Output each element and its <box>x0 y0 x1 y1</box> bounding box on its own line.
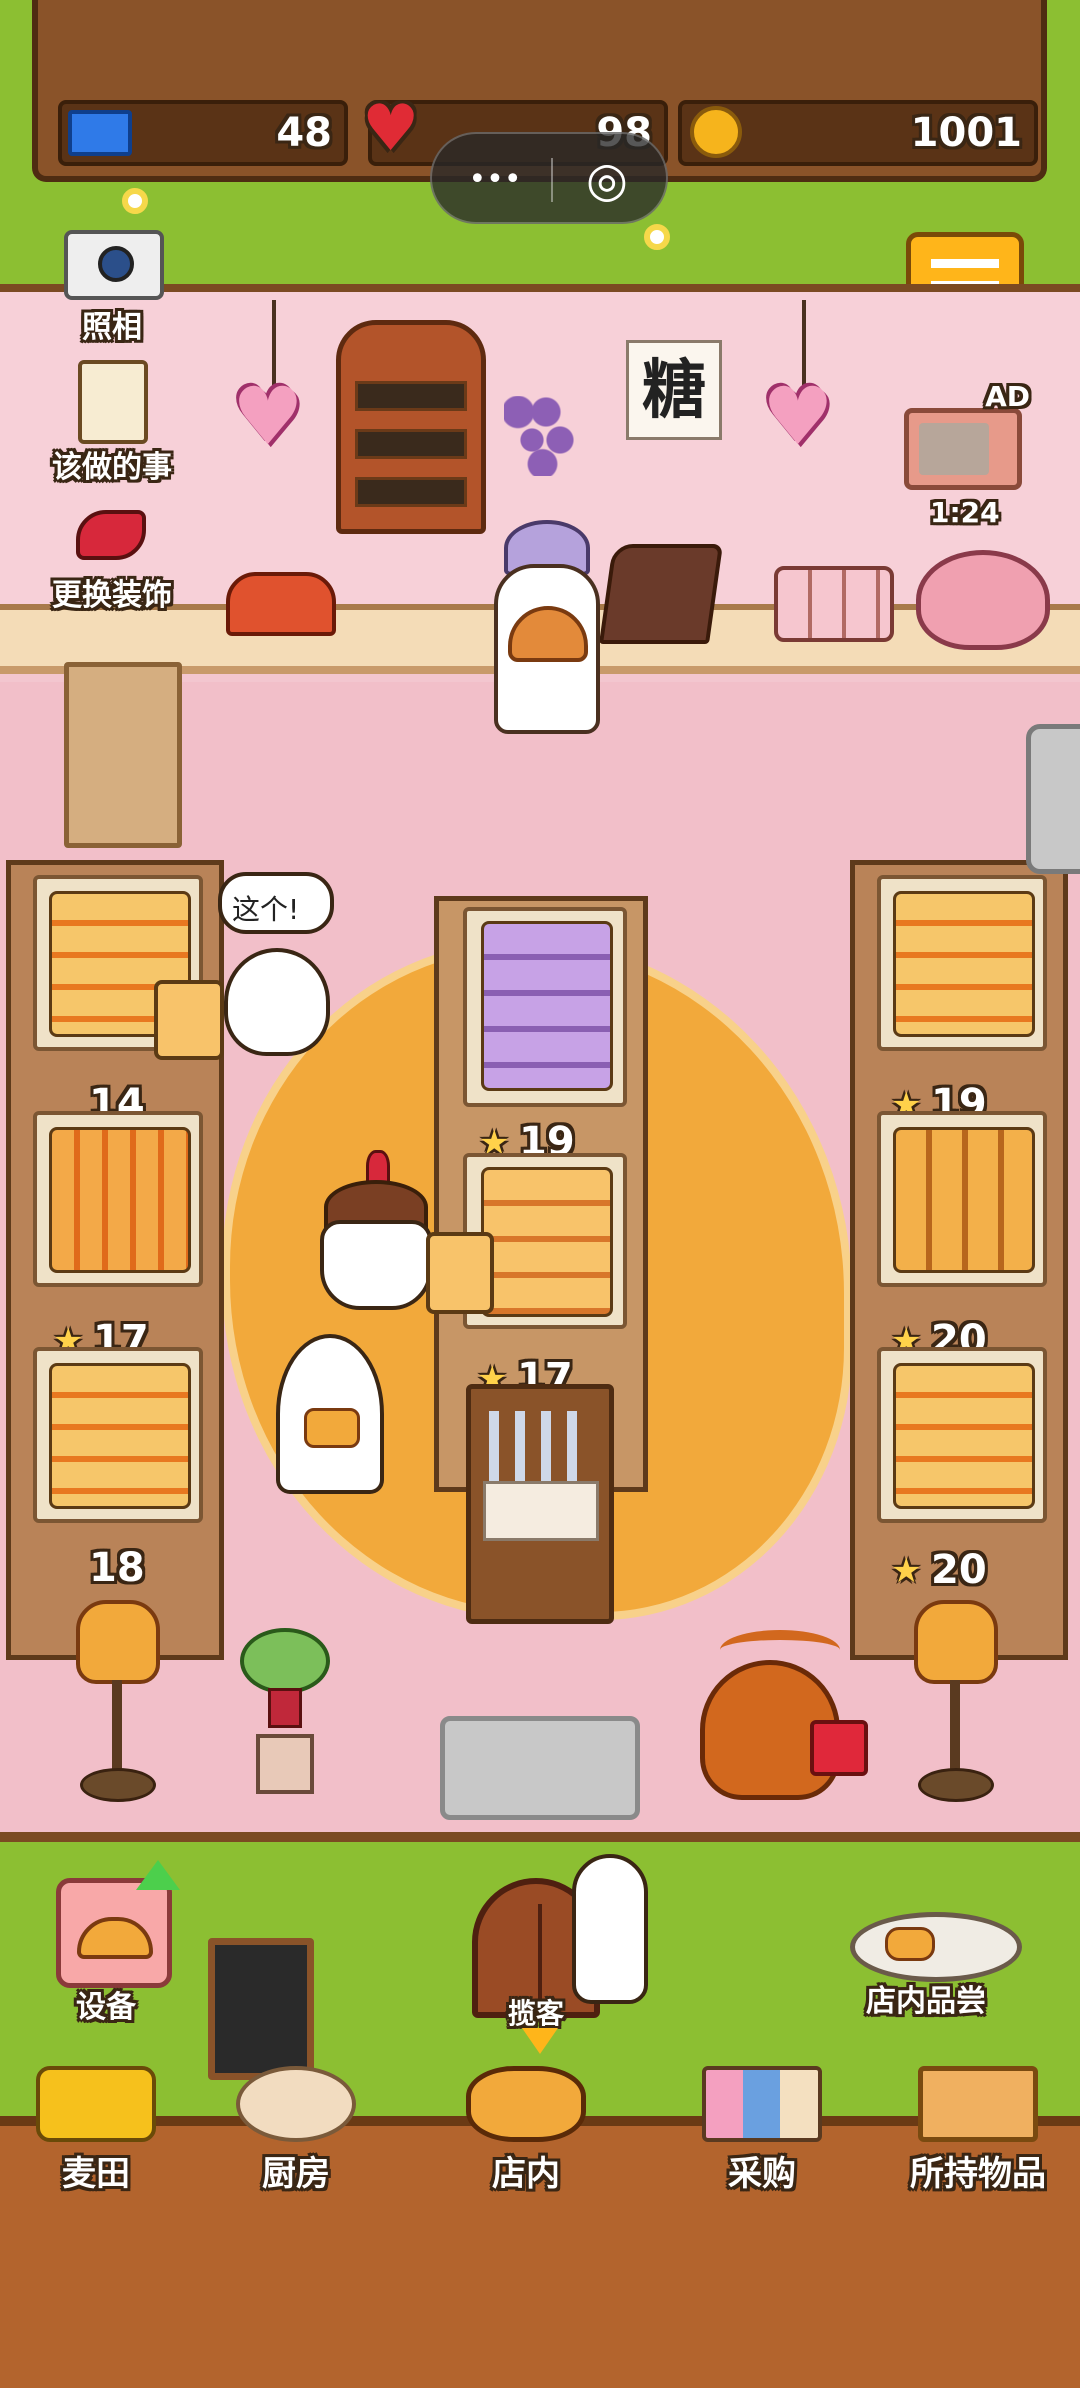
bread-roll-item <box>481 1167 613 1317</box>
pastry-item <box>481 921 613 1091</box>
cash-register <box>598 544 724 644</box>
capsule-divider <box>551 158 553 202</box>
nav-item-label: 采购 <box>728 2154 796 2194</box>
shelf-tray[interactable] <box>877 1347 1047 1523</box>
bread-item <box>893 891 1035 1037</box>
heart-icon: ♥ <box>362 92 420 166</box>
star-icon: ★ <box>891 1551 922 1591</box>
shelf-tray[interactable] <box>877 1111 1047 1287</box>
fork-icons <box>489 1411 593 1491</box>
game-screen: 48 ♥ 98 1001 ••• ◎ 照相 该做的 <box>0 0 1080 2388</box>
jars-decoration <box>774 566 894 642</box>
purchase-icon <box>702 2066 822 2142</box>
speech-bubble: 这个! <box>218 872 334 934</box>
held-bread-item <box>154 980 224 1060</box>
in-store-tasting-button[interactable]: 店内品尝 <box>836 1880 1036 2028</box>
equipment-label: 设备 <box>76 1990 136 2025</box>
bread-item <box>893 1127 1035 1273</box>
kitchen-icon <box>236 2066 356 2142</box>
nav-item-label: 厨房 <box>262 2154 330 2194</box>
shelf-tray[interactable] <box>33 1347 203 1523</box>
held-bread-item <box>426 1232 494 1314</box>
coin-count: 1001 <box>910 110 1022 156</box>
invite-label: 揽客 <box>508 1997 565 2030</box>
miniprogram-capsule: ••• ◎ <box>430 132 668 224</box>
tv-icon <box>904 408 1022 490</box>
camera-label: 照相 <box>82 310 142 345</box>
tv-ad-button[interactable]: AD 1:24 <box>900 380 1030 530</box>
shelf-count-left-bottom: 18 <box>89 1545 145 1591</box>
wall-cabinet <box>336 320 486 534</box>
cutlery-stand[interactable] <box>466 1384 614 1624</box>
wheat-field-icon <box>36 2066 156 2142</box>
ad-timer: 1:24 <box>930 496 1000 529</box>
shelf-tray[interactable] <box>463 907 627 1107</box>
nav-item-label: 麦田 <box>62 2154 130 2194</box>
grapes-decoration <box>504 396 574 476</box>
shelf-tray[interactable] <box>877 875 1047 1051</box>
sugar-sign: 糖 <box>626 340 722 440</box>
bunny-lamp <box>914 1600 998 1810</box>
invite-customers-button[interactable]: 揽客 <box>462 1854 648 2044</box>
speech-bubble-text: 这个! <box>232 893 300 926</box>
equipment-icon <box>56 1878 172 1988</box>
menu-chalkboard[interactable] <box>208 1938 314 2080</box>
ticket-counter: 48 <box>58 100 348 166</box>
bread-basket-icon <box>466 2066 586 2142</box>
ticket-count: 48 <box>276 110 332 156</box>
sugar-sign-text: 糖 <box>642 354 706 428</box>
nav-item-2[interactable]: 店内 <box>426 2066 626 2195</box>
coin-icon <box>690 106 742 158</box>
paint-brush-icon <box>76 510 146 560</box>
deer-mascot-decoration <box>700 1630 868 1800</box>
ghost-character-icon <box>572 1854 648 2004</box>
flower-decoration <box>122 188 148 214</box>
side-door <box>1026 724 1080 874</box>
nav-item-0[interactable]: 麦田 <box>0 2066 196 2195</box>
down-arrow-indicator <box>522 2028 558 2054</box>
box-icon <box>918 2066 1038 2142</box>
todo-label: 该做的事 <box>52 450 172 485</box>
shop-clerk-character <box>494 520 600 746</box>
nav-item-label: 店内 <box>492 2154 560 2194</box>
customer-character <box>320 1150 432 1310</box>
right-display-shelf: ★ 19 ★ 20 ★ 20 <box>850 860 1068 1660</box>
nav-item-4[interactable]: 所持物品 <box>878 2066 1078 2195</box>
nav-item-label: 所持物品 <box>910 2154 1046 2194</box>
door-mat <box>440 1716 640 1820</box>
nav-item-1[interactable]: 厨房 <box>196 2066 396 2195</box>
tasting-plate-icon <box>850 1912 1022 1982</box>
coin-counter: 1001 <box>678 100 1038 166</box>
telephone-decoration <box>226 572 336 636</box>
change-decor-button[interactable]: 更换装饰 <box>12 504 212 624</box>
shelf-count-right-bottom: 20 <box>931 1547 987 1593</box>
more-options-button[interactable]: ••• <box>450 152 540 208</box>
potted-plant <box>240 1628 330 1798</box>
todo-button[interactable]: 该做的事 <box>12 356 212 486</box>
close-miniprogram-button[interactable]: ◎ <box>562 152 652 208</box>
tasting-label: 店内品尝 <box>866 1984 986 2019</box>
bread-item <box>49 1127 191 1273</box>
flower-decoration <box>644 224 670 250</box>
bottom-nav: 麦田 厨房 店内 采购 所持物品 <box>0 2066 1080 2216</box>
clipboard-icon <box>78 360 148 444</box>
hanging-heart-icon: ♥ <box>762 370 834 463</box>
shelf-tray[interactable] <box>33 1111 203 1287</box>
customer-character <box>276 1334 384 1494</box>
equipment-button[interactable]: 设备 <box>44 1860 184 2028</box>
nav-item-3[interactable]: 采购 <box>662 2066 862 2195</box>
ticket-icon <box>68 110 132 156</box>
camera-button[interactable]: 照相 <box>12 226 212 346</box>
decor-label: 更换装饰 <box>52 578 172 613</box>
teapot-decoration <box>916 550 1050 650</box>
bread-item <box>49 1363 191 1509</box>
hanging-heart-icon: ♥ <box>232 370 304 463</box>
ad-badge: AD <box>985 380 1030 413</box>
cardboard-box <box>64 662 182 848</box>
bread-item <box>893 1363 1035 1509</box>
upgrade-arrow-icon <box>136 1860 180 1890</box>
bunny-lamp <box>76 1600 160 1810</box>
camera-icon <box>64 230 164 300</box>
customer-character <box>224 948 330 1056</box>
